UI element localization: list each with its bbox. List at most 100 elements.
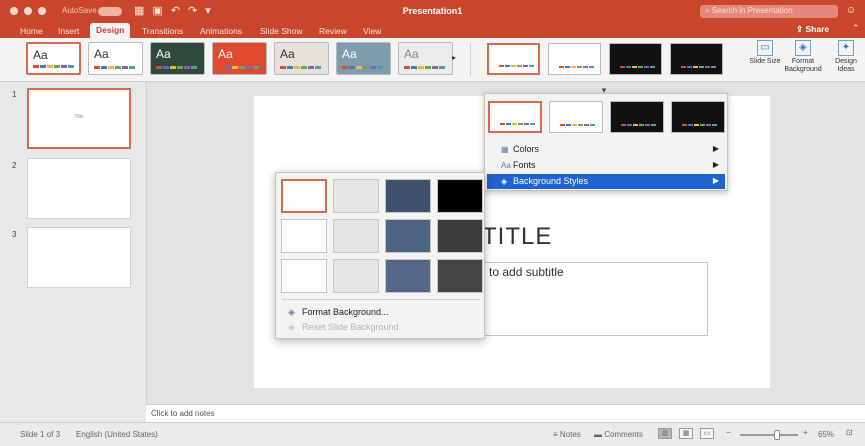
reset-slide-background-menu-item[interactable]: ◈ Reset Slide Background bbox=[288, 322, 399, 333]
slide-thumbnail-3[interactable] bbox=[27, 227, 131, 288]
tab-slide-show[interactable]: Slide Show bbox=[254, 24, 309, 38]
theme-color-bars bbox=[94, 66, 135, 69]
tab-animations[interactable]: Animations bbox=[194, 24, 248, 38]
collapse-ribbon-icon[interactable]: ⌃ bbox=[852, 23, 860, 34]
variants-dropdown-menu: ▦ Colors ▶ Aa Fonts ▶ ◈ Background Styles ▶ bbox=[484, 93, 728, 191]
notes-placeholder: Click to add notes bbox=[151, 409, 215, 418]
menu-variant-thumbnail[interactable] bbox=[549, 101, 603, 133]
menu-item-background-styles[interactable]: ◈ Background Styles ▶ bbox=[487, 174, 725, 189]
tab-review[interactable]: Review bbox=[313, 24, 353, 38]
submenu-divider bbox=[282, 299, 480, 300]
variant-thumbnail[interactable] bbox=[609, 43, 662, 75]
design-ideas-label: Design Ideas bbox=[835, 58, 857, 73]
slide-thumbnail-1[interactable]: Title bbox=[27, 88, 131, 149]
tab-home[interactable]: Home bbox=[14, 24, 49, 38]
comments-icon: ▬ bbox=[594, 430, 605, 439]
zoom-slider-knob[interactable] bbox=[773, 430, 780, 440]
background-style-swatch[interactable] bbox=[437, 259, 483, 293]
submenu-arrow-icon: ▶ bbox=[712, 144, 719, 153]
theme-color-bars bbox=[218, 66, 259, 69]
status-bar: Slide 1 of 3 English (United States) ≡ N… bbox=[0, 422, 865, 446]
theme-thumbnail[interactable]: Aa bbox=[26, 42, 81, 75]
zoom-level[interactable]: 65% bbox=[818, 430, 834, 439]
menu-item-colors[interactable]: ▦ Colors ▶ bbox=[487, 142, 725, 157]
theme-thumbnail[interactable]: Aa bbox=[336, 42, 391, 75]
background-styles-submenu: ◈ Format Background... ◈ Reset Slide Backg… bbox=[275, 172, 485, 339]
background-style-swatch[interactable] bbox=[281, 179, 327, 213]
notes-toggle[interactable]: ≡ Notes bbox=[553, 430, 581, 439]
reset-background-menu-label: Reset Slide Background bbox=[302, 322, 399, 332]
background-style-swatch[interactable] bbox=[385, 259, 431, 293]
share-button[interactable]: ⇪ Share bbox=[796, 24, 829, 35]
theme-color-bars bbox=[560, 124, 595, 126]
background-style-swatch[interactable] bbox=[437, 219, 483, 253]
slide-number: 3 bbox=[12, 230, 17, 239]
format-background-menu-item[interactable]: ◈ Format Background... bbox=[288, 307, 389, 318]
slide-count: Slide 1 of 3 bbox=[20, 430, 61, 439]
comments-label: Comments bbox=[604, 430, 643, 439]
language-status[interactable]: English (United States) bbox=[76, 430, 158, 439]
background-style-swatch[interactable] bbox=[281, 259, 327, 293]
design-ideas-button[interactable]: ✦ Design Ideas bbox=[826, 40, 865, 74]
variant-thumbnail[interactable] bbox=[670, 43, 723, 75]
slide-thumbnail-2[interactable] bbox=[27, 158, 131, 219]
search-input[interactable]: ⌕ Search in Presentation bbox=[700, 5, 838, 18]
menu-item-fonts[interactable]: Aa Fonts ▶ bbox=[487, 158, 725, 173]
user-icon[interactable]: ☺ bbox=[846, 5, 856, 16]
theme-color-bars bbox=[404, 66, 445, 69]
menu-variant-thumbnail[interactable] bbox=[671, 101, 725, 133]
themes-more-icon[interactable]: ▸ bbox=[452, 53, 456, 62]
slide-sorter-button[interactable]: ▦ bbox=[679, 428, 693, 439]
slide-size-button[interactable]: ▭ Slide Size bbox=[745, 40, 785, 66]
theme-thumbnail[interactable]: Aa bbox=[150, 42, 205, 75]
theme-thumbnail[interactable]: Aa bbox=[274, 42, 329, 75]
menu-item-label: Background Styles bbox=[513, 176, 589, 186]
normal-view-button[interactable]: ▥ bbox=[658, 428, 672, 439]
notes-pane[interactable]: Click to add notes bbox=[146, 404, 865, 422]
format-background-menu-label: Format Background... bbox=[302, 307, 389, 317]
tab-transitions[interactable]: Transitions bbox=[136, 24, 189, 38]
menu-variant-thumbnail[interactable] bbox=[610, 101, 664, 133]
menu-item-label: Fonts bbox=[513, 160, 536, 170]
theme-thumbnail[interactable]: Aa bbox=[212, 42, 267, 75]
background-style-swatch[interactable] bbox=[333, 259, 379, 293]
format-background-label: Format Background bbox=[784, 58, 822, 73]
zoom-out-button[interactable]: − bbox=[726, 428, 731, 437]
theme-color-bars bbox=[33, 65, 74, 68]
variant-thumbnail[interactable] bbox=[487, 43, 540, 75]
background-style-swatch[interactable] bbox=[333, 179, 379, 213]
tab-view[interactable]: View bbox=[357, 24, 387, 38]
theme-color-bars bbox=[621, 124, 656, 126]
notes-icon: ≡ bbox=[553, 430, 560, 439]
theme-thumbnail[interactable]: Aa bbox=[398, 42, 453, 75]
slide-title[interactable]: TITLE bbox=[482, 223, 552, 251]
submenu-arrow-icon: ▶ bbox=[712, 176, 719, 185]
theme-label: Aa bbox=[156, 47, 171, 61]
reading-view-button[interactable]: ▭ bbox=[700, 428, 714, 439]
subtitle-text: to add subtitle bbox=[489, 265, 564, 279]
format-background-button[interactable]: ◈ Format Background bbox=[783, 40, 823, 74]
background-style-swatch[interactable] bbox=[385, 219, 431, 253]
zoom-in-button[interactable]: + bbox=[803, 428, 808, 437]
slide-thumbnail-title: Title bbox=[74, 114, 84, 120]
background-style-swatch[interactable] bbox=[385, 179, 431, 213]
background-style-swatch[interactable] bbox=[333, 219, 379, 253]
tab-design[interactable]: Design bbox=[90, 23, 131, 38]
tab-insert[interactable]: Insert bbox=[52, 24, 85, 38]
theme-thumbnail[interactable]: Aa bbox=[88, 42, 143, 75]
variant-thumbnail[interactable] bbox=[548, 43, 601, 75]
fonts-icon: Aa bbox=[501, 161, 511, 170]
theme-color-bars bbox=[342, 66, 383, 69]
slide-size-icon: ▭ bbox=[757, 40, 773, 56]
subtitle-placeholder[interactable]: to add subtitle bbox=[484, 262, 708, 336]
menu-variant-thumbnail[interactable] bbox=[488, 101, 542, 133]
background-style-swatch[interactable] bbox=[281, 219, 327, 253]
background-style-swatch[interactable] bbox=[437, 179, 483, 213]
theme-color-bars bbox=[500, 123, 535, 125]
fit-to-window-icon[interactable]: ⊡ bbox=[846, 428, 853, 437]
slide-number: 2 bbox=[12, 161, 17, 170]
zoom-slider[interactable] bbox=[740, 430, 798, 440]
ribbon-tabs: Home Insert Design Transitions Animation… bbox=[0, 22, 865, 38]
theme-color-bars bbox=[559, 66, 594, 68]
comments-toggle[interactable]: ▬ Comments bbox=[594, 430, 643, 439]
